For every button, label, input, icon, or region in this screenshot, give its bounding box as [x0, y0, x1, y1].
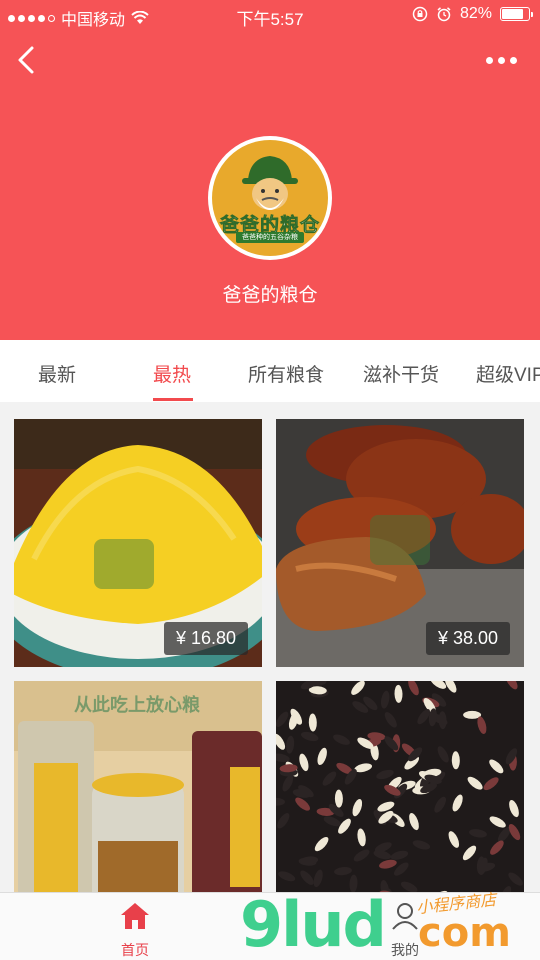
- battery-percent: 82%: [459, 5, 492, 22]
- tab-newest[interactable]: 最新: [38, 360, 76, 387]
- category-tabs: 最新 最热 所有粮食 滋补干货 超级VIP: [0, 340, 540, 402]
- back-arrow-icon[interactable]: [12, 44, 40, 76]
- shop-name: 爸爸的粮仓: [222, 285, 318, 306]
- black-rice-image: [276, 681, 524, 892]
- tab-super-vip[interactable]: 超级VIP: [476, 360, 540, 387]
- product-card[interactable]: ¥ 38.00: [276, 419, 524, 667]
- tab-hottest[interactable]: 最热: [153, 360, 191, 387]
- tab-all-grains[interactable]: 所有粮食: [248, 360, 324, 387]
- tab-home[interactable]: 首页: [95, 901, 175, 960]
- more-menu-button[interactable]: [486, 52, 522, 68]
- product-price: ¥ 16.80: [163, 622, 248, 655]
- product-card[interactable]: [276, 681, 524, 892]
- product-grid: ¥ 16.80 ¥ 38.00 从此吃上放心粮: [0, 402, 540, 892]
- home-icon: [121, 903, 149, 929]
- active-tab-indicator: [153, 398, 193, 401]
- alarm-icon: [437, 7, 451, 22]
- bottom-tab-bar: 首页 我的: [0, 892, 540, 960]
- logo-subtitle: 爸爸种的五谷杂粮: [236, 232, 304, 243]
- tab-mine[interactable]: 我的: [365, 901, 445, 960]
- shop-header: 中国移动 下午5:57 82% 爸爸的粮仓 爸爸种的五谷杂粮 爸爸的粮仓: [0, 0, 540, 340]
- status-right: 82%: [412, 5, 533, 23]
- status-bar: 中国移动 下午5:57 82%: [0, 0, 540, 30]
- orientation-lock-icon: [412, 6, 428, 22]
- tab-home-label: 首页: [121, 942, 149, 958]
- user-icon: [392, 903, 418, 930]
- tab-mine-label: 我的: [391, 942, 419, 958]
- battery-icon: [500, 7, 533, 21]
- shop-logo: 爸爸的粮仓 爸爸种的五谷杂粮: [212, 140, 328, 256]
- product-card[interactable]: ¥ 16.80: [14, 419, 262, 667]
- tab-dried-goods[interactable]: 滋补干货: [363, 360, 439, 387]
- product-price: ¥ 38.00: [425, 622, 510, 655]
- shop-avatar: 爸爸的粮仓 爸爸种的五谷杂粮: [208, 136, 332, 260]
- product-overlay-text: 从此吃上放心粮: [74, 695, 200, 715]
- product-card[interactable]: 从此吃上放心粮: [14, 681, 262, 892]
